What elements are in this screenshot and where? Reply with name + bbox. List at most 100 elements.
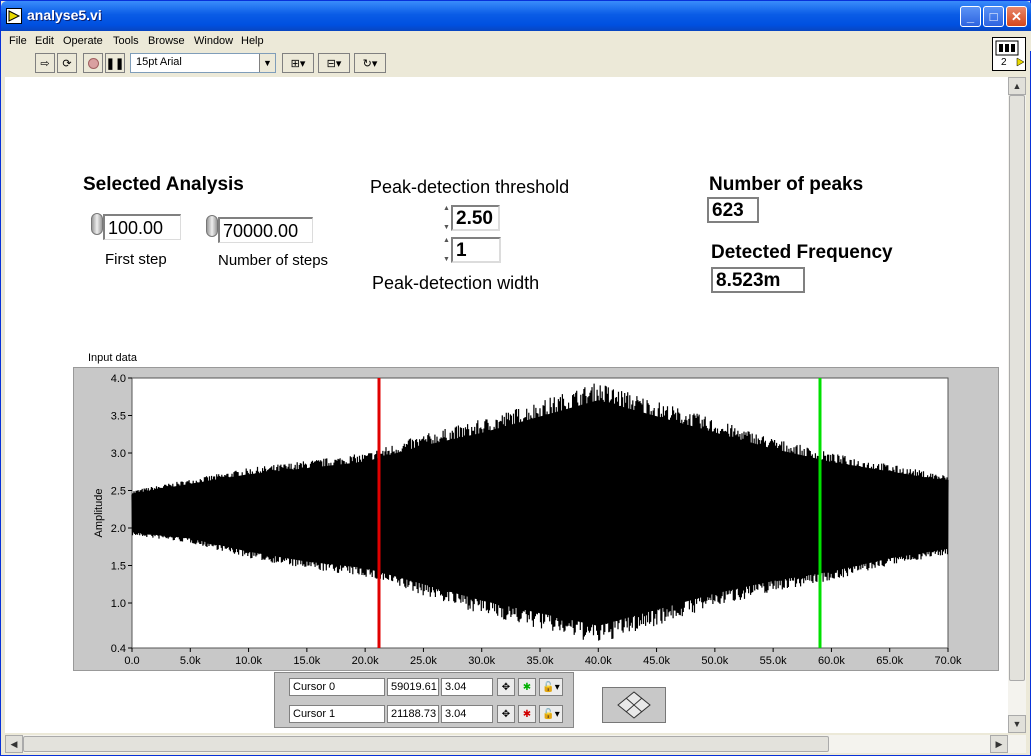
chevron-down-icon: ▼ xyxy=(259,54,275,72)
y-tick-label: 3.5 xyxy=(111,411,126,423)
number-of-steps-label: Number of steps xyxy=(218,252,329,269)
horizontal-scrollbar[interactable]: ◀ ▶ xyxy=(5,735,1026,753)
x-tick-label: 5.0k xyxy=(180,655,201,667)
menu-operate[interactable]: Operate xyxy=(63,35,103,47)
selected-analysis-label: Selected Analysis xyxy=(83,174,244,195)
cursor-0-lock-icon[interactable]: 🔓▾ xyxy=(539,678,563,696)
align-objects-icon[interactable]: ⊞▾ xyxy=(282,53,314,73)
run-continuously-icon[interactable]: ⟳ xyxy=(57,53,77,73)
y-tick-label: 2.0 xyxy=(111,523,126,535)
y-tick-label: 0.4 xyxy=(111,643,126,655)
maximize-button[interactable]: □ xyxy=(983,6,1004,27)
x-tick-label: 55.0k xyxy=(760,655,787,667)
threshold-input[interactable]: 2.50 xyxy=(451,205,500,231)
cursor-0-name[interactable]: Cursor 0 xyxy=(289,678,385,696)
x-tick-label: 10.0k xyxy=(235,655,262,667)
x-tick-label: 15.0k xyxy=(293,655,320,667)
y-tick-label: 1.0 xyxy=(111,598,126,610)
vertical-scrollbar[interactable]: ▲ ▼ xyxy=(1008,77,1026,733)
number-of-peaks-label: Number of peaks xyxy=(709,174,864,195)
width-input[interactable]: 1 xyxy=(451,237,501,263)
cursor-1-move-icon[interactable]: ✥ xyxy=(497,705,515,723)
reorder-icon[interactable]: ↻▾ xyxy=(354,53,386,73)
x-tick-label: 65.0k xyxy=(876,655,903,667)
cursor-1-lock-icon[interactable]: 🔓▾ xyxy=(539,705,563,723)
menu-edit[interactable]: Edit xyxy=(35,35,54,47)
x-tick-label: 45.0k xyxy=(643,655,670,667)
run-icon[interactable]: ⇨ xyxy=(35,53,55,73)
menu-tools[interactable]: Tools xyxy=(113,35,139,47)
pause-icon[interactable]: ❚❚ xyxy=(105,53,125,73)
detected-frequency-label: Detected Frequency xyxy=(711,242,893,263)
cursor-0-style-icon[interactable]: ✱ xyxy=(518,678,536,696)
menu-window[interactable]: Window xyxy=(194,35,233,47)
font-select-value: 15pt Arial xyxy=(136,56,182,68)
distribute-objects-icon[interactable]: ⊟▾ xyxy=(318,53,350,73)
cursor-movement-control[interactable] xyxy=(602,687,666,723)
diamond-arrows-icon xyxy=(617,691,651,719)
menu-bar: File Edit Operate Tools Browse Window He… xyxy=(1,31,1031,51)
first-step-input[interactable]: 100.00 xyxy=(103,214,181,240)
decrement-arrow-icon[interactable]: ▼ xyxy=(443,224,450,231)
cursor-legend: Cursor 0 59019.61 3.04 ✥ ✱ 🔓▾ Cursor 1 2… xyxy=(274,672,574,728)
x-tick-label: 50.0k xyxy=(701,655,728,667)
title-bar[interactable]: analyse5.vi _ □ ✕ xyxy=(1,1,1031,31)
detected-frequency-indicator: 8.523m xyxy=(711,267,805,293)
cursor-0-y: 3.04 xyxy=(441,678,493,696)
scroll-right-icon[interactable]: ▶ xyxy=(990,735,1008,753)
x-tick-label: 20.0k xyxy=(352,655,379,667)
menu-help[interactable]: Help xyxy=(241,35,264,47)
first-step-label: First step xyxy=(105,251,167,268)
x-tick-label: 35.0k xyxy=(527,655,554,667)
x-tick-label: 70.0k xyxy=(935,655,962,667)
width-label: Peak-detection width xyxy=(372,273,540,293)
y-tick-label: 4.0 xyxy=(111,373,126,385)
font-select[interactable]: 15pt Arial ▼ xyxy=(130,53,276,73)
cursor-0-x: 59019.61 xyxy=(387,678,439,696)
toolbar: ⇨ ⟳ ❚❚ 15pt Arial ▼ ⊞▾ ⊟▾ ↻▾ xyxy=(1,51,991,75)
number-of-steps-input[interactable]: 70000.00 xyxy=(218,217,313,243)
menu-browse[interactable]: Browse xyxy=(148,35,185,47)
increment-arrow-icon[interactable]: ▲ xyxy=(443,205,450,212)
cursor-1-name[interactable]: Cursor 1 xyxy=(289,705,385,723)
cursor-0-move-icon[interactable]: ✥ xyxy=(497,678,515,696)
horizontal-scroll-thumb[interactable] xyxy=(23,736,829,752)
scroll-down-icon[interactable]: ▼ xyxy=(1008,715,1026,733)
number-of-peaks-indicator: 623 xyxy=(707,197,759,223)
waveform-graph-frame: 4.0 3.5 3.0 2.5 2.0 1.5 1.0 0.4 0.0 5.0k 10.0k 15.0… xyxy=(73,367,999,671)
labview-app-icon xyxy=(6,8,22,24)
close-button[interactable]: ✕ xyxy=(1006,6,1027,27)
increment-arrow-icon[interactable]: ▲ xyxy=(443,237,450,244)
x-tick-label: 30.0k xyxy=(468,655,495,667)
x-tick-label: 0.0 xyxy=(124,655,139,667)
threshold-stepper[interactable]: ▲ ▼ xyxy=(442,205,451,231)
cursor-1-x: 21188.73 xyxy=(387,705,439,723)
first-step-knob[interactable] xyxy=(91,213,103,235)
width-stepper[interactable]: ▲ ▼ xyxy=(442,237,451,263)
cursor-1-style-icon[interactable]: ✱ xyxy=(518,705,536,723)
decrement-arrow-icon[interactable]: ▼ xyxy=(443,256,450,263)
number-of-steps-knob[interactable] xyxy=(206,215,218,237)
y-tick-label: 1.5 xyxy=(111,561,126,573)
front-panel: Selected Analysis 100.00 First step 7000… xyxy=(5,77,1008,733)
scroll-left-icon[interactable]: ◀ xyxy=(5,735,23,753)
vi-connector-icon[interactable]: 2 xyxy=(992,37,1026,71)
window-title: analyse5.vi xyxy=(27,7,102,23)
x-tick-label: 40.0k xyxy=(585,655,612,667)
cursor-1-y: 3.04 xyxy=(441,705,493,723)
abort-icon[interactable] xyxy=(83,53,103,73)
vertical-scroll-thumb[interactable] xyxy=(1009,95,1025,681)
threshold-label: Peak-detection threshold xyxy=(370,177,570,197)
vi-icon-label: 2 xyxy=(1001,57,1007,68)
scroll-up-icon[interactable]: ▲ xyxy=(1008,77,1026,95)
app-window: analyse5.vi _ □ ✕ File Edit Operate Tool… xyxy=(0,0,1031,756)
x-tick-label: 60.0k xyxy=(818,655,845,667)
minimize-button[interactable]: _ xyxy=(960,6,981,27)
y-axis-label: Amplitude xyxy=(93,489,105,538)
menu-file[interactable]: File xyxy=(9,35,27,47)
x-tick-label: 25.0k xyxy=(410,655,437,667)
waveform-graph[interactable]: 4.0 3.5 3.0 2.5 2.0 1.5 1.0 0.40.0 5.0k 10.0k 15.0… xyxy=(74,368,1000,672)
y-tick-label: 3.0 xyxy=(111,448,126,460)
y-tick-label: 2.5 xyxy=(111,486,126,498)
chart-title: Input data xyxy=(88,352,137,364)
